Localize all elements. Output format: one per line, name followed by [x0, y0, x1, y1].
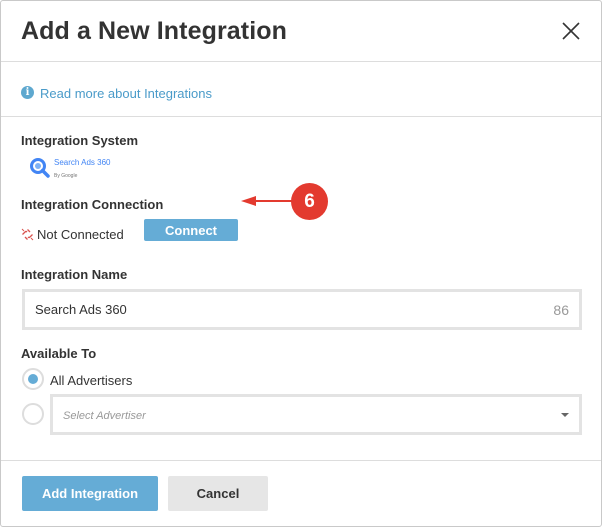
connect-button[interactable]: Connect — [144, 219, 238, 241]
info-row: i Read more about Integrations — [21, 84, 212, 102]
integration-name-input[interactable] — [35, 300, 515, 319]
all-advertisers-radio[interactable] — [22, 368, 44, 390]
dialog-title: Add a New Integration — [21, 17, 288, 45]
close-icon — [562, 22, 580, 40]
info-icon: i — [21, 85, 34, 99]
dialog-header: Add a New Integration — [1, 1, 601, 62]
cancel-button[interactable]: Cancel — [168, 476, 268, 511]
logo-name-text: Search Ads 360 — [54, 158, 111, 167]
search-ads-logo-icon — [30, 158, 50, 178]
char-count: 86 — [553, 302, 569, 318]
all-advertisers-label: All Advertisers — [50, 373, 133, 388]
radio-selected-dot — [28, 374, 38, 384]
add-integration-button[interactable]: Add Integration — [22, 476, 158, 511]
read-more-link[interactable]: Read more about Integrations — [40, 86, 212, 101]
footer-divider — [1, 460, 601, 461]
caret-down-icon — [561, 413, 569, 417]
callout-badge: 6 — [291, 183, 328, 220]
advertiser-select-placeholder: Select Advertiser — [63, 410, 146, 422]
search-ads-360-logo: Search Ads 360 By Google — [29, 155, 119, 183]
select-advertiser-radio[interactable] — [22, 403, 44, 425]
integration-system-label: Integration System — [21, 133, 139, 148]
connection-status-text: Not Connected — [37, 227, 124, 242]
integration-connection-label: Integration Connection — [21, 197, 164, 212]
broken-link-icon — [21, 228, 34, 241]
available-to-label: Available To — [21, 346, 97, 361]
connection-status: Not Connected — [21, 227, 124, 242]
integration-name-label: Integration Name — [21, 267, 128, 282]
close-button[interactable] — [559, 19, 583, 43]
advertiser-select[interactable]: Select Advertiser — [50, 394, 582, 435]
logo-sub-text: By Google — [54, 173, 78, 179]
add-integration-dialog: Add a New Integration i Read more about … — [0, 0, 602, 527]
section-divider — [1, 116, 601, 117]
integration-name-field: 86 — [22, 289, 582, 330]
